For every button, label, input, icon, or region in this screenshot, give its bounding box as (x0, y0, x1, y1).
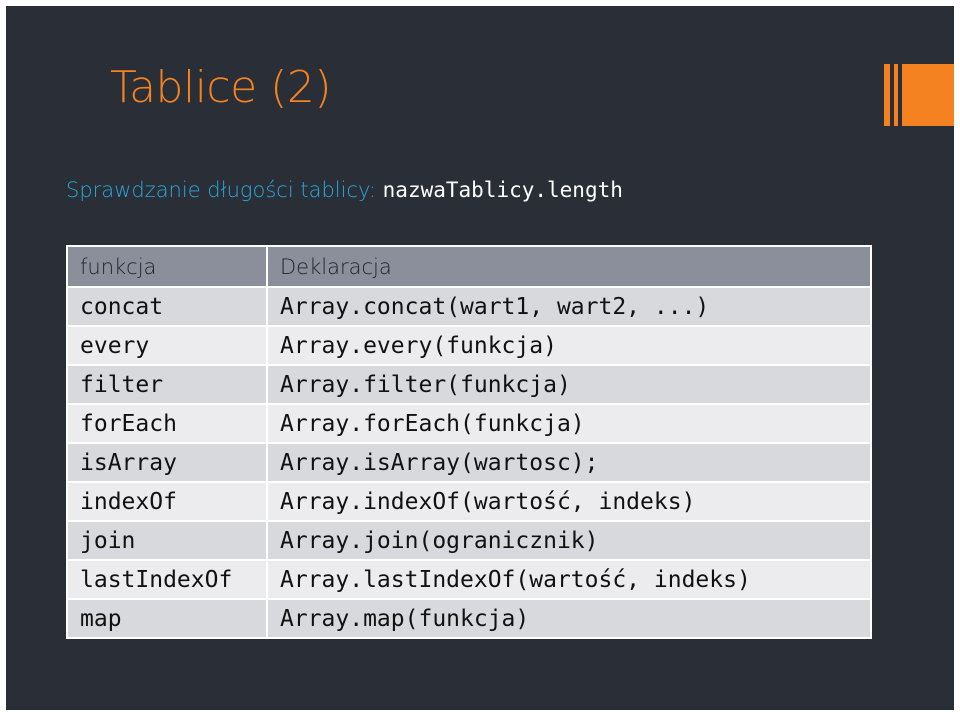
method-name-cell: concat (66, 286, 268, 327)
table-row: map Array.map(funkcja) (66, 598, 872, 639)
method-name-cell: isArray (66, 442, 268, 483)
declaration-cell: Array.lastIndexOf(wartość, indeks) (266, 559, 872, 600)
table-header-row: funkcja Deklaracja (66, 245, 872, 288)
column-header-funkcja: funkcja (66, 245, 268, 288)
declaration-cell: Array.every(funkcja) (266, 325, 872, 366)
declaration-cell: Array.indexOf(wartość, indeks) (266, 481, 872, 522)
method-name-cell: filter (66, 364, 268, 405)
table-row: every Array.every(funkcja) (66, 325, 872, 366)
column-header-deklaracja: Deklaracja (266, 245, 872, 288)
method-name-cell: lastIndexOf (66, 559, 268, 600)
subtitle-code: nazwaTablicy.length (382, 178, 623, 202)
method-name-cell: map (66, 598, 268, 639)
subtitle: Sprawdzanie długości tablicy: nazwaTabli… (66, 178, 623, 202)
array-methods-table: funkcja Deklaracja concat Array.concat(w… (66, 245, 872, 639)
subtitle-text: Sprawdzanie długości tablicy: (66, 178, 383, 202)
table-row: filter Array.filter(funkcja) (66, 364, 872, 405)
declaration-cell: Array.isArray(wartosc); (266, 442, 872, 483)
accent-bar (894, 64, 898, 126)
method-name-cell: join (66, 520, 268, 561)
table-row: isArray Array.isArray(wartosc); (66, 442, 872, 483)
accent-bar (884, 64, 890, 126)
declaration-cell: Array.forEach(funkcja) (266, 403, 872, 444)
declaration-cell: Array.concat(wart1, wart2, ...) (266, 286, 872, 327)
declaration-cell: Array.join(ogranicznik) (266, 520, 872, 561)
table-row: join Array.join(ogranicznik) (66, 520, 872, 561)
method-name-cell: indexOf (66, 481, 268, 522)
method-name-cell: forEach (66, 403, 268, 444)
declaration-cell: Array.filter(funkcja) (266, 364, 872, 405)
slide-title: Tablice (2) (110, 62, 332, 113)
method-name-cell: every (66, 325, 268, 366)
table-row: forEach Array.forEach(funkcja) (66, 403, 872, 444)
table-row: lastIndexOf Array.lastIndexOf(wartość, i… (66, 559, 872, 600)
table-row: concat Array.concat(wart1, wart2, ...) (66, 286, 872, 327)
table-row: indexOf Array.indexOf(wartość, indeks) (66, 481, 872, 522)
accent-block (902, 64, 954, 126)
declaration-cell: Array.map(funkcja) (266, 598, 872, 639)
